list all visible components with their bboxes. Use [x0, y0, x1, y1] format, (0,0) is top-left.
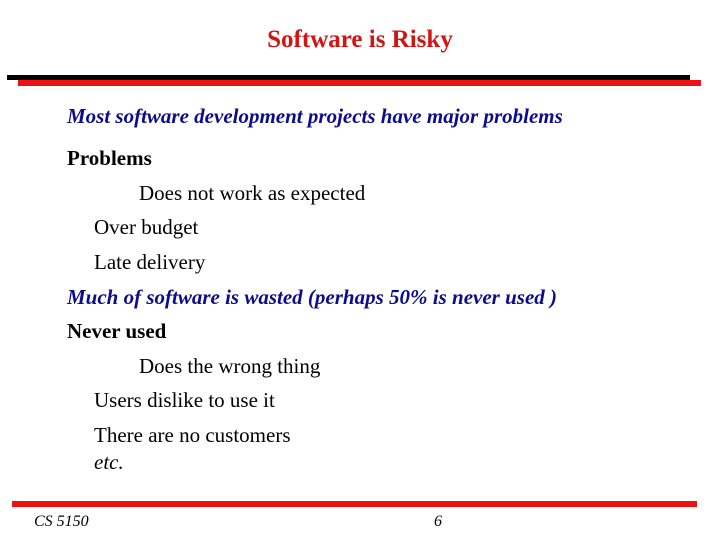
bullet-etc: etc.	[94, 450, 124, 474]
title-divider-red	[18, 80, 701, 86]
footer-divider-red	[12, 501, 697, 507]
bullet-users-dislike: Users dislike to use it	[94, 388, 275, 412]
headline-software-wasted: Much of software is wasted (perhaps 50% …	[67, 285, 558, 309]
heading-never-used: Never used	[67, 319, 167, 343]
bullet-does-not-work: Does not work as expected	[139, 181, 366, 205]
footer-page-number: 6	[434, 513, 442, 530]
bullet-wrong-thing: Does the wrong thing	[139, 354, 321, 378]
bullet-late-delivery: Late delivery	[94, 250, 206, 274]
bullet-no-customers: There are no customers	[94, 423, 291, 447]
headline-major-problems: Most software development projects have …	[67, 104, 563, 128]
bullet-over-budget: Over budget	[94, 215, 199, 239]
heading-problems: Problems	[67, 146, 152, 170]
slide-title: Software is Risky	[267, 26, 453, 53]
footer-course-label: CS 5150	[34, 513, 89, 530]
